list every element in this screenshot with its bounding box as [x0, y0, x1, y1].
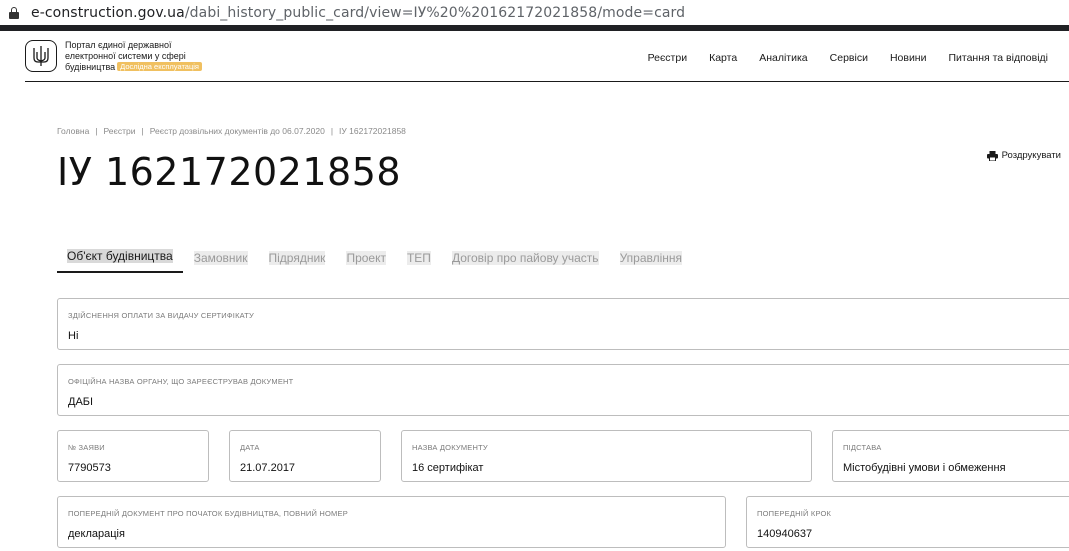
status-badge: Дослідна експлуатація — [117, 62, 202, 71]
breadcrumb-home[interactable]: Головна — [57, 126, 89, 136]
brand-line: електронної системи у сфері — [65, 51, 186, 61]
nav-services[interactable]: Сервіси — [830, 52, 868, 64]
field-label: Назва документу — [412, 443, 488, 452]
print-button[interactable]: Роздрукувати — [986, 150, 1061, 161]
breadcrumb-separator: | — [95, 126, 98, 136]
url-text[interactable]: e-construction.gov.ua/dabi_history_publi… — [31, 5, 685, 21]
previous-step-field: Попередній крок 140940637 — [746, 496, 1069, 548]
field-value: Ні — [68, 330, 79, 342]
printer-icon — [986, 150, 998, 161]
document-name-field: Назва документу 16 сертифікат — [401, 430, 812, 482]
portal-brand[interactable]: Портал єдиної державної електронної сист… — [65, 40, 235, 73]
basis-field: Підстава Містобудівні умови і обмеження — [832, 430, 1069, 482]
tab-customer[interactable]: Замовник — [184, 251, 258, 273]
field-value: 21.07.2017 — [240, 462, 296, 474]
breadcrumb-separator: | — [330, 126, 334, 136]
application-number-field: № заяви 7790573 — [57, 430, 209, 482]
authority-field: Офіційна назва органу, що зареєстрував д… — [57, 364, 1069, 416]
payment-field: Здійснення оплати за видачу сертифікату … — [57, 298, 1069, 350]
nav-news[interactable]: Новини — [890, 52, 927, 64]
field-value: декларація — [68, 528, 125, 540]
nav-map[interactable]: Карта — [709, 52, 737, 64]
field-label: Здійснення оплати за видачу сертифікату — [68, 311, 254, 320]
field-value: ДАБІ — [68, 396, 94, 408]
main-nav: Реєстри Карта Аналітика Сервіси Новини П… — [626, 52, 1048, 64]
brand-line: будівництва — [65, 62, 116, 72]
page-title: ІУ 162172021858 — [57, 150, 402, 194]
field-label: Попередній крок — [757, 509, 832, 518]
field-label: Офіційна назва органу, що зареєстрував д… — [68, 377, 294, 386]
date-field: Дата 21.07.2017 — [229, 430, 381, 482]
nav-faq[interactable]: Питання та відповіді — [948, 52, 1048, 64]
field-label: Підстава — [843, 443, 882, 452]
field-value: 140940637 — [757, 528, 813, 540]
breadcrumb-registries[interactable]: Реєстри — [104, 126, 136, 136]
field-value: 7790573 — [68, 462, 111, 474]
trident-logo-icon[interactable] — [25, 40, 57, 72]
site-header: Портал єдиної державної електронної сист… — [25, 31, 1069, 82]
tab-project[interactable]: Проект — [336, 251, 396, 273]
brand-line: Портал єдиної державної — [65, 40, 172, 50]
print-label: Роздрукувати — [1001, 150, 1061, 161]
field-label: № заяви — [68, 443, 105, 452]
tab-management[interactable]: Управління — [610, 251, 692, 273]
field-label: Попередній документ про початок будівниц… — [68, 509, 348, 518]
tab-object[interactable]: Об'єкт будівництва — [57, 249, 183, 273]
field-value: 16 сертифікат — [412, 462, 484, 474]
breadcrumb-separator: | — [141, 126, 144, 136]
nav-analytics[interactable]: Аналітика — [759, 52, 807, 64]
breadcrumb: Головна | Реєстри | Реєстр дозвільних до… — [57, 126, 406, 136]
field-label: Дата — [240, 443, 260, 452]
field-value: Містобудівні умови і обмеження — [843, 462, 1006, 474]
tab-share-agreement[interactable]: Договір про пайову участь — [442, 251, 609, 273]
address-bar[interactable]: e-construction.gov.ua/dabi_history_publi… — [0, 0, 1069, 25]
tab-contractor[interactable]: Підрядник — [259, 251, 336, 273]
breadcrumb-registry[interactable]: Реєстр дозвільних документів до 06.07.20… — [150, 126, 325, 136]
tab-tep[interactable]: ТЕП — [397, 251, 441, 273]
nav-registries[interactable]: Реєстри — [648, 52, 688, 64]
lock-icon — [9, 6, 19, 19]
tab-bar: Об'єкт будівництва Замовник Підрядник Пр… — [57, 249, 693, 273]
breadcrumb-current: ІУ 162172021858 — [339, 126, 406, 136]
previous-document-field: Попередній документ про початок будівниц… — [57, 496, 726, 548]
